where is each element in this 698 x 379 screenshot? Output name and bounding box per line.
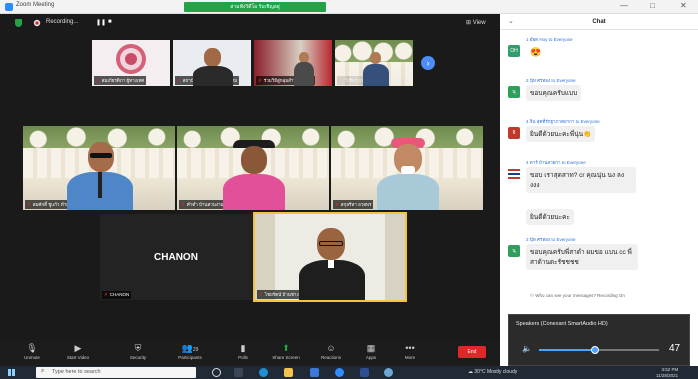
active-speaker-tile[interactable]: ✗ ไชยรัตน์ บ้านช่าง xyxy=(253,212,407,302)
file-explorer-icon[interactable] xyxy=(284,368,293,377)
speaker-volume-popup: Speakers (Conexant SmartAudio HD) 🔈 47 xyxy=(508,314,690,366)
participants-button[interactable]: 👥29 Participants xyxy=(172,342,208,360)
meeting-top-bar: Recording... ❚❚ ■ ⊞ View xyxy=(0,14,500,32)
stop-recording-button[interactable]: ■ xyxy=(108,19,112,25)
chat-message: ยินดีด้วยนะคะ xyxy=(508,209,693,229)
avatar: OH xyxy=(508,45,520,57)
next-page-button[interactable]: › xyxy=(421,56,435,70)
chat-message: จิ 4 จิน สุดที่รักฐาภาคยากา to Everyone … xyxy=(508,118,693,148)
message-text: ขอบ เราสุดสาท? cr คุณนุ่น นง ลงงงง xyxy=(526,167,636,193)
participants-icon: 👥29 xyxy=(181,343,199,353)
chat-message: OH 1 อ๊อด Hoy to Everyone 😍 xyxy=(508,36,693,66)
video-tile[interactable]: CHANON ✗ CHANON xyxy=(100,214,252,300)
start-video-button[interactable]: ▶ Start Video xyxy=(60,342,96,360)
microphone-icon: 🎙 xyxy=(26,343,38,353)
minimize-button[interactable]: — xyxy=(620,1,628,10)
close-button[interactable]: ✕ xyxy=(680,1,687,10)
view-label: View xyxy=(472,20,486,26)
chat-visibility-note[interactable]: ⚇ Who can see your messages? Recording O… xyxy=(530,293,625,299)
security-button[interactable]: ⛨ Security xyxy=(120,342,156,360)
message-text: ขอบคุณครับพี่สาดำ ผมขอ แบน cc พี่สาด้านต… xyxy=(526,244,638,270)
weather-widget[interactable]: ☁ 30°C Mostly cloudy xyxy=(468,369,517,375)
shield-icon: ⛨ xyxy=(134,343,142,353)
apps-icon: ▦ xyxy=(366,343,376,353)
speaker-device-name: Speakers (Conexant SmartAudio HD) xyxy=(516,321,608,327)
app-taskbar-icon[interactable] xyxy=(384,368,393,377)
share-screen-icon: ⬆ xyxy=(282,343,290,353)
reactions-button[interactable]: ☺ Reactions xyxy=(313,342,349,360)
chat-message: นุ 2 นุ๊ท ศรทอง to Everyone ขอบคุณครับแบ… xyxy=(508,77,693,107)
recording-label: Recording... xyxy=(46,19,79,25)
store-icon[interactable] xyxy=(310,368,319,377)
video-tile[interactable]: ✗สถาบันภาษาไทย วัฒนธรรม xyxy=(173,40,251,86)
more-icon: ••• xyxy=(405,343,415,353)
unmute-button[interactable]: 🎙 Unmute xyxy=(14,342,50,360)
video-icon: ▶ xyxy=(74,343,82,353)
system-clock[interactable]: 3:52 PM 11/28/2021 xyxy=(656,367,678,378)
cortana-icon[interactable] xyxy=(212,368,221,377)
recording-icon xyxy=(33,19,41,27)
message-sender: 4 จิน สุดที่รักฐาภาคยากา to Everyone xyxy=(526,119,600,124)
polls-button[interactable]: ▮ Polls xyxy=(225,342,261,360)
participant-name: ✗ CHANON xyxy=(102,291,132,299)
message-sender: 4 ดาร์ บ้านสวยกา to Everyone xyxy=(526,160,586,165)
zoom-logo-icon xyxy=(5,3,13,11)
participant-name: ✗ สมเกียรติภา ผู้ทางเทศ xyxy=(94,76,147,85)
volume-slider-fill xyxy=(539,349,596,351)
video-tile[interactable]: ✗ สกุลรีหา อวยพร xyxy=(331,126,483,210)
chat-message: 4 ดาร์ บ้านสวยกา to Everyone ขอบ เราสุดส… xyxy=(508,159,693,205)
message-text: ขอบคุณครับแบบ xyxy=(526,85,582,101)
window-title: Zoom Meeting xyxy=(16,2,55,8)
taskbar-search-input[interactable]: ⌕ Type here to search xyxy=(36,367,196,378)
encryption-shield-icon[interactable] xyxy=(15,19,22,27)
polls-icon: ▮ xyxy=(240,343,246,353)
meeting-area: Recording... ❚❚ ■ ⊞ View ✗ สมเกียรติภา ผู… xyxy=(0,14,500,340)
video-tile[interactable]: ✗ วิเชียร ผู้ช่วย ครูด xyxy=(335,40,413,86)
video-tile[interactable]: ✗ ร่วมวิธีสู่กลุ่มสำราญวิวาห xyxy=(254,40,332,86)
avatar: นุ xyxy=(508,245,520,257)
share-screen-button[interactable]: ⬆ Share Screen xyxy=(268,342,304,360)
apps-button[interactable]: ▦ Apps xyxy=(353,342,389,360)
more-button[interactable]: ••• More xyxy=(392,342,428,360)
participant-name: ✗ สกุลรีหา อวยพร xyxy=(333,200,374,209)
reactions-icon: ☺ xyxy=(326,343,336,353)
avatar: จิ xyxy=(508,127,520,139)
view-button[interactable]: ⊞ View xyxy=(466,19,486,26)
windows-taskbar: ⌕ Type here to search ☁ 30°C Mostly clou… xyxy=(0,366,698,379)
participant-name: ✗ ไชยรัตน์ บ้านช่าง xyxy=(257,290,301,299)
search-icon: ⌕ xyxy=(41,368,45,374)
message-text: ยินดีด้วยนะคะพี่นุ่น👏 xyxy=(526,126,596,142)
message-text: 😍 xyxy=(530,47,542,57)
chat-header: ⌄ Chat xyxy=(500,14,698,30)
message-sender: 1 อ๊อด Hoy to Everyone xyxy=(526,37,573,42)
participant-display-name: CHANON xyxy=(154,252,198,263)
meeting-toolbar: 🎙 Unmute ▶ Start Video ⛨ Security 👥29 Partic… xyxy=(0,340,500,366)
volume-value: 47 xyxy=(669,343,681,354)
zoom-taskbar-icon[interactable] xyxy=(335,368,344,377)
speaker-icon[interactable]: 🔈 xyxy=(522,344,532,353)
volume-slider-handle[interactable] xyxy=(591,346,600,354)
maximize-button[interactable]: □ xyxy=(650,1,655,10)
chat-message: นุ 2 นุ๊ท ศรทอง to Everyone ขอบคุณครับพี… xyxy=(508,236,693,286)
share-banner[interactable]: ล่ามฟังวิดีโอ รับเชิญอยู่ xyxy=(184,2,326,12)
volume-slider[interactable] xyxy=(539,346,659,354)
video-tile[interactable]: ✗ คำดำ บ้านสวนงาม xyxy=(177,126,329,210)
windows-start-icon[interactable] xyxy=(8,369,15,376)
emblem-icon xyxy=(116,44,146,74)
pause-recording-button[interactable]: ❚❚ xyxy=(96,19,106,26)
end-meeting-button[interactable]: End xyxy=(458,346,486,358)
edge-browser-icon[interactable] xyxy=(259,368,268,377)
message-text: ยินดีด้วยนะคะ xyxy=(526,209,574,225)
window-title-bar: Zoom Meeting ล่ามฟังวิดีโอ รับเชิญอยู่ —… xyxy=(0,0,698,14)
task-view-icon[interactable] xyxy=(234,368,243,377)
video-tile[interactable]: ✗ สมเกียรติภา ผู้ทางเทศ xyxy=(92,40,170,86)
message-sender: 2 นุ๊ท ศรทอง to Everyone xyxy=(526,78,576,83)
chat-title: Chat xyxy=(592,19,606,25)
video-tile[interactable]: ✗ สมศักดิ์ ชูแก้ว ทำเนยง xyxy=(23,126,175,210)
avatar: นุ xyxy=(508,86,520,98)
flag-avatar-icon xyxy=(508,168,520,180)
message-sender: 2 นุ๊ท ศรทอง to Everyone xyxy=(526,237,576,242)
mail-icon[interactable] xyxy=(360,368,369,377)
